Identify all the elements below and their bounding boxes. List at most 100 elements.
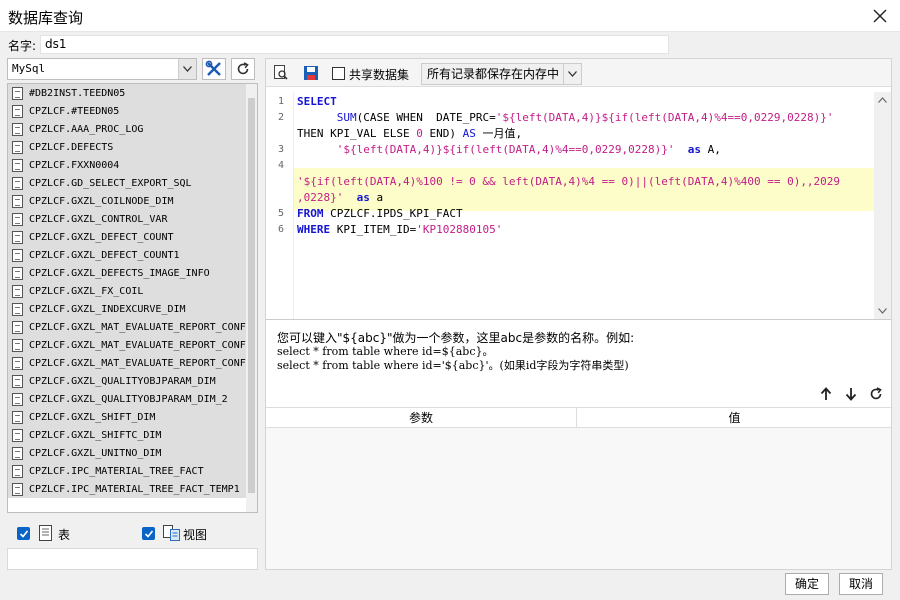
table-icon bbox=[12, 86, 23, 100]
memory-mode-select[interactable]: 所有记录都保存在内存中 bbox=[421, 63, 582, 85]
table-list-item[interactable]: CPZLCF.GXZL_MAT_EVALUATE_REPORT_CONF bbox=[8, 336, 247, 354]
preview-icon bbox=[274, 65, 288, 80]
keyword: SELECT bbox=[297, 95, 337, 108]
connection-settings-button[interactable] bbox=[202, 58, 226, 80]
column-header-value[interactable]: 值 bbox=[578, 408, 891, 428]
search-box[interactable] bbox=[7, 548, 258, 570]
refresh-icon bbox=[237, 62, 249, 75]
table-name: #DB2INST.TEEDN05 bbox=[29, 87, 126, 99]
table-list-item[interactable]: CPZLCF.AAA_PROC_LOG bbox=[8, 120, 247, 138]
refresh-button[interactable] bbox=[231, 58, 255, 80]
table-icon bbox=[12, 428, 23, 442]
table-list[interactable]: #DB2INST.TEEDN05 CPZLCF.#TEEDN05 CPZLCF.AA… bbox=[7, 83, 258, 513]
table-list-item[interactable]: CPZLCF.GXZL_SHIFTC_DIM bbox=[8, 426, 247, 444]
code-text: CPZLCF.IPDS_KPI_FACT bbox=[323, 207, 463, 220]
move-up-button[interactable] bbox=[817, 385, 835, 403]
table-list-item[interactable]: #DB2INST.TEEDN05 bbox=[8, 84, 247, 102]
table-checkbox[interactable] bbox=[17, 527, 30, 540]
table-list-item[interactable]: CPZLCF.GXZL_SHIFT_DIM bbox=[8, 408, 247, 426]
table-icon bbox=[12, 446, 23, 460]
code-text: END) bbox=[422, 127, 463, 140]
code-line: SUM(CASE WHEN DATE_PRC='${left(DATA,4)}$… bbox=[297, 110, 834, 126]
table-name: CPZLCF.GXZL_CONTROL_VAR bbox=[29, 213, 168, 225]
hint-line: 您可以键入"${abc}"做为一个参数，这里abc是参数的名称。例如: bbox=[277, 331, 635, 345]
table-list-scrollbar[interactable] bbox=[246, 84, 257, 512]
table-list-item[interactable]: CPZLCF.FXXN0004 bbox=[8, 156, 247, 174]
table-list-item[interactable]: CPZLCF.DEFECTS bbox=[8, 138, 247, 156]
hint-line: select * from table where id='${abc}'。(如… bbox=[277, 359, 629, 372]
table-name: CPZLCF.GXZL_QUALITYOBJPARAM_DIM_2 bbox=[29, 393, 228, 405]
scroll-up-icon[interactable] bbox=[878, 97, 887, 103]
view-checkbox[interactable] bbox=[142, 527, 155, 540]
table-list-item[interactable]: CPZLCF.GXZL_QUALITYOBJPARAM_DIM bbox=[8, 372, 247, 390]
table-list-item[interactable]: CPZLCF.GXZL_DEFECT_COUNT1 bbox=[8, 246, 247, 264]
table-checkbox-label: 表 bbox=[58, 528, 71, 542]
table-list-item[interactable]: CPZLCF.GXZL_FX_COIL bbox=[8, 282, 247, 300]
keyword: as bbox=[356, 191, 370, 204]
scrollbar-thumb[interactable] bbox=[248, 98, 255, 493]
parameter-hint: 您可以键入"${abc}"做为一个参数，这里abc是参数的名称。例如: sele… bbox=[277, 331, 634, 373]
share-dataset-checkbox[interactable] bbox=[332, 67, 345, 80]
memory-mode-value: 所有记录都保存在内存中 bbox=[427, 67, 560, 81]
ok-button[interactable]: 确定 bbox=[785, 573, 829, 595]
code-text: a bbox=[369, 191, 384, 204]
save-icon bbox=[304, 66, 318, 80]
string-literal: '${left(DATA,4)}${if(left(DATA,4)%4==0,0… bbox=[336, 143, 675, 156]
table-list-item[interactable]: CPZLCF.#TEEDN05 bbox=[8, 102, 247, 120]
table-icon bbox=[12, 266, 23, 280]
table-list-item[interactable]: CPZLCF.GXZL_QUALITYOBJPARAM_DIM_2 bbox=[8, 390, 247, 408]
table-name: CPZLCF.GXZL_SHIFTC_DIM bbox=[29, 429, 162, 441]
title-bar: 数据库查询 bbox=[0, 0, 900, 32]
table-list-item[interactable]: CPZLCF.GD_SELECT_EXPORT_SQL bbox=[8, 174, 247, 192]
table-list-item[interactable]: CPZLCF.GXZL_UNITNO_DIM bbox=[8, 444, 247, 462]
parameters-table-header: 参数 值 bbox=[266, 408, 891, 428]
table-list-item[interactable]: CPZLCF.GXZL_COILNODE_DIM bbox=[8, 192, 247, 210]
code-line: '${if(left(DATA,4)%100 != 0 && left(DATA… bbox=[297, 174, 840, 190]
table-name: CPZLCF.GXZL_DEFECT_COUNT1 bbox=[29, 249, 180, 261]
table-list-item[interactable]: CPZLCF.GXZL_MAT_EVALUATE_REPORT_CONF bbox=[8, 318, 247, 336]
tools-icon bbox=[205, 60, 221, 76]
table-name: CPZLCF.GXZL_DEFECTS_IMAGE_INFO bbox=[29, 267, 210, 279]
table-list-item[interactable]: CPZLCF.GXZL_MAT_EVALUATE_REPORT_CONF bbox=[8, 354, 247, 372]
preview-button[interactable] bbox=[270, 62, 292, 84]
line-number-gutter: 1 2 3 4 5 6 bbox=[266, 92, 294, 319]
table-list-item[interactable]: CPZLCF.IPC_MATERIAL_TREE_FACT bbox=[8, 462, 247, 480]
table-list-item[interactable]: CPZLCF.GXZL_DEFECTS_IMAGE_INFO bbox=[8, 264, 247, 282]
cancel-button[interactable]: 取消 bbox=[839, 573, 883, 595]
chevron-down-icon[interactable] bbox=[178, 59, 196, 79]
name-input[interactable]: ds1 bbox=[40, 35, 669, 54]
table-list-item[interactable]: CPZLCF.GXZL_INDEXCURVE_DIM bbox=[8, 300, 247, 318]
table-list-item[interactable]: CPZLCF.GXZL_DEFECT_COUNT bbox=[8, 228, 247, 246]
line-number: 6 bbox=[277, 224, 284, 235]
sql-editor[interactable]: 1 2 3 4 5 6 SELECT SUM(CASE WHEN DATE_PR… bbox=[266, 92, 891, 320]
code-text: THEN KPI_VAL ELSE bbox=[297, 127, 417, 140]
keyword: SUM bbox=[336, 111, 357, 124]
refresh-params-button[interactable] bbox=[867, 385, 885, 403]
move-down-button[interactable] bbox=[842, 385, 860, 403]
parameters-table[interactable]: 参数 值 bbox=[266, 407, 891, 569]
editor-scrollbar[interactable] bbox=[874, 92, 891, 319]
code-text: KPI_ITEM_ID= bbox=[330, 223, 417, 236]
left-panel: MySql #DB2INST.TEEDN05 CPZLCF.#TEEDN05 CPZ… bbox=[7, 58, 258, 570]
table-icon bbox=[12, 392, 23, 406]
table-list-item[interactable]: CPZLCF.GXZL_CONTROL_VAR bbox=[8, 210, 247, 228]
table-name: CPZLCF.GXZL_SHIFT_DIM bbox=[29, 411, 156, 423]
scroll-down-icon[interactable] bbox=[878, 308, 887, 314]
table-list-item[interactable]: CPZLCF.IPC_MATERIAL_TREE_FACT_TEMP1 bbox=[8, 480, 247, 498]
save-button[interactable] bbox=[300, 62, 322, 84]
table-icon bbox=[12, 248, 23, 262]
string-literal: '${left(DATA,4)}${if(left(DATA,4)%4==0,0… bbox=[495, 111, 834, 124]
share-dataset-label: 共享数据集 bbox=[349, 68, 410, 82]
database-select[interactable]: MySql bbox=[7, 58, 197, 80]
close-button[interactable] bbox=[866, 2, 894, 30]
database-select-value: MySql bbox=[12, 62, 46, 75]
table-icon bbox=[12, 374, 23, 388]
chevron-down-icon[interactable] bbox=[563, 64, 581, 84]
window-title: 数据库查询 bbox=[8, 9, 84, 27]
sql-code[interactable]: SELECT SUM(CASE WHEN DATE_PRC='${left(DA… bbox=[297, 92, 874, 252]
sql-toolbar: 共享数据集 所有记录都保存在内存中 bbox=[266, 59, 891, 87]
table-icon bbox=[12, 122, 23, 136]
column-header-param[interactable]: 参数 bbox=[266, 408, 577, 428]
table-icon bbox=[12, 284, 23, 298]
